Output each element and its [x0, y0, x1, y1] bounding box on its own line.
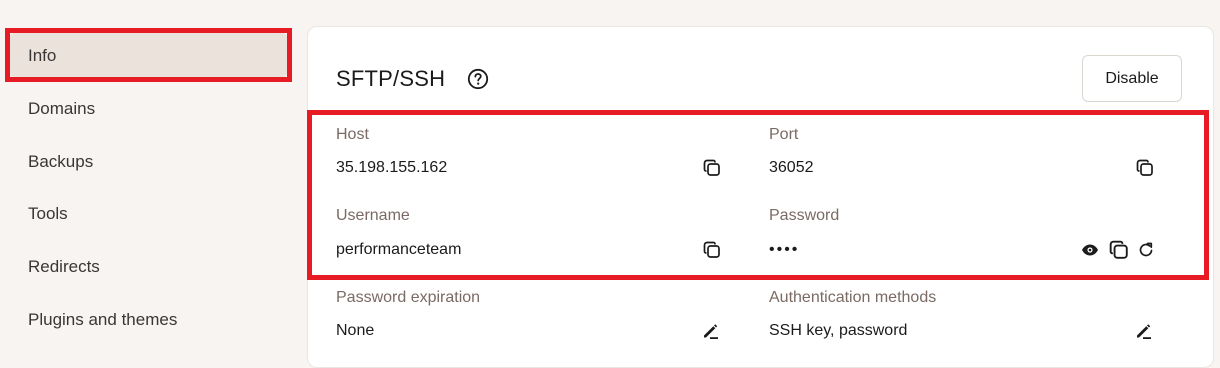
help-icon[interactable]: [467, 68, 489, 90]
sidebar-item-domains[interactable]: Domains: [28, 99, 95, 119]
sidebar-item-info[interactable]: Info: [28, 46, 56, 66]
section-title: SFTP/SSH: [336, 66, 446, 91]
password-value: ••••: [769, 241, 800, 258]
username-value: performanceteam: [336, 241, 462, 258]
copy-icon[interactable]: [703, 159, 721, 177]
authentication-methods-label: Authentication methods: [769, 289, 937, 306]
password-label: Password: [769, 207, 840, 224]
sidebar-item-plugins-and-themes[interactable]: Plugins and themes: [28, 310, 177, 330]
password-expiration-label: Password expiration: [336, 289, 481, 306]
password-expiration-value: None: [336, 322, 375, 339]
host-value: 35.198.155.162: [336, 159, 448, 176]
edit-icon[interactable]: [1134, 322, 1152, 340]
eye-icon[interactable]: [1081, 241, 1099, 259]
sidebar-item-tools[interactable]: Tools: [28, 204, 68, 224]
sidebar-item-backups[interactable]: Backups: [28, 152, 93, 172]
copy-icon[interactable]: [703, 241, 721, 259]
edit-icon[interactable]: [701, 322, 719, 340]
copy-icon[interactable]: [1136, 159, 1154, 177]
sidebar: Info Domains Backups Tools Redirects Plu…: [0, 0, 300, 355]
username-label: Username: [336, 207, 410, 224]
authentication-methods-value: SSH key, password: [769, 322, 908, 339]
copy-icon[interactable]: [1109, 240, 1129, 260]
sidebar-item-redirects[interactable]: Redirects: [28, 257, 100, 277]
disable-button[interactable]: Disable: [1082, 55, 1182, 102]
host-label: Host: [336, 126, 369, 143]
port-value: 36052: [769, 159, 814, 176]
port-label: Port: [769, 126, 799, 143]
refresh-icon[interactable]: [1137, 241, 1155, 259]
